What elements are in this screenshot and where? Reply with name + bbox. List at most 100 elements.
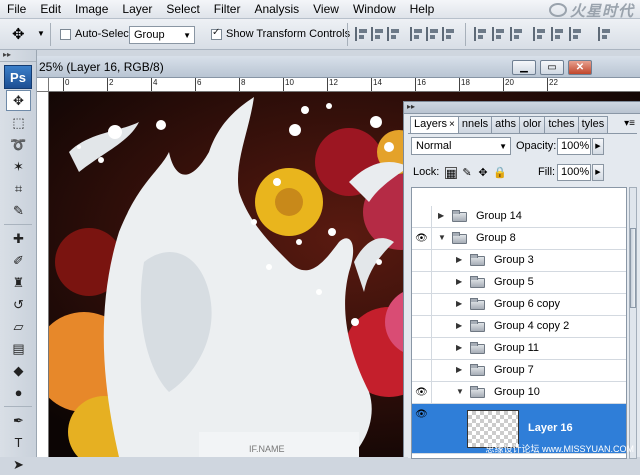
- menu-item-filter[interactable]: Filter: [207, 2, 248, 16]
- expand-triangle-closed-icon[interactable]: ▶: [456, 321, 462, 330]
- magic-wand-tool-icon[interactable]: ✶: [6, 156, 31, 177]
- close-tab-icon[interactable]: ×: [449, 119, 455, 130]
- expand-triangle-closed-icon[interactable]: ▶: [456, 255, 462, 264]
- history-brush-tool-icon[interactable]: ↺: [6, 294, 31, 315]
- panel-collapse-grip[interactable]: ▸▸: [404, 102, 640, 114]
- distribute-top-icon[interactable]: [474, 27, 488, 41]
- healing-brush-tool-icon[interactable]: ✚: [6, 228, 31, 249]
- menu-item-image[interactable]: Image: [68, 2, 115, 16]
- expand-triangle-open-icon[interactable]: ▼: [438, 233, 446, 242]
- visibility-toggle[interactable]: [412, 360, 432, 381]
- align-left-icon[interactable]: [410, 27, 424, 41]
- menu-item-select[interactable]: Select: [159, 2, 206, 16]
- visibility-toggle[interactable]: [412, 250, 432, 271]
- layer-row[interactable]: ▶ Group 7: [412, 360, 626, 382]
- close-button[interactable]: ✕: [568, 60, 592, 75]
- show-transform-checkbox[interactable]: [211, 27, 222, 40]
- lock-position-icon[interactable]: ✥: [477, 167, 489, 179]
- eraser-tool-icon[interactable]: ▱: [6, 316, 31, 337]
- horizontal-ruler[interactable]: 0 2 4 6 8 10 12 14 16 18 20 22: [49, 78, 640, 92]
- path-selection-tool-icon[interactable]: ➤: [6, 454, 31, 475]
- menu-item-window[interactable]: Window: [346, 2, 403, 16]
- opacity-slider-button[interactable]: ▶: [592, 138, 604, 155]
- visibility-toggle[interactable]: [412, 272, 432, 293]
- panel-menu-icon[interactable]: ▾≡: [624, 118, 635, 129]
- toolbox-grip[interactable]: ▸▸: [0, 50, 36, 62]
- fill-input[interactable]: 100%: [557, 164, 591, 181]
- scrollbar-thumb[interactable]: [630, 228, 636, 308]
- layer-row[interactable]: ▶ Group 11: [412, 338, 626, 360]
- auto-align-icon[interactable]: [598, 27, 612, 41]
- tab-tches[interactable]: tches: [544, 116, 579, 133]
- distribute-vcenter-icon[interactable]: [492, 27, 506, 41]
- lock-image-icon[interactable]: ✎: [461, 167, 473, 179]
- layer-row[interactable]: ▶ Group 14: [412, 206, 626, 228]
- distribute-bottom-icon[interactable]: [510, 27, 524, 41]
- move-tool-icon[interactable]: ✥: [12, 25, 34, 45]
- visibility-toggle[interactable]: [412, 206, 432, 227]
- layers-scrollbar[interactable]: [629, 187, 637, 459]
- eyedropper-tool-icon[interactable]: ✎: [6, 200, 31, 221]
- align-vcenter-icon[interactable]: [371, 27, 385, 41]
- layer-row[interactable]: 👁 ▼ Group 10: [412, 382, 626, 404]
- layer-row[interactable]: ▶ Group 6 copy: [412, 294, 626, 316]
- distribute-right-icon[interactable]: [569, 27, 583, 41]
- menu-item-edit[interactable]: Edit: [33, 2, 68, 16]
- expand-triangle-closed-icon[interactable]: ▶: [456, 277, 462, 286]
- tab-aths[interactable]: aths: [491, 116, 520, 133]
- align-right-icon[interactable]: [442, 27, 456, 41]
- menu-item-file[interactable]: File: [0, 2, 33, 16]
- visibility-toggle[interactable]: 👁: [412, 404, 432, 425]
- visibility-toggle[interactable]: 👁: [412, 228, 432, 249]
- expand-triangle-open-icon[interactable]: ▼: [456, 387, 464, 396]
- distribute-hcenter-icon[interactable]: [551, 27, 565, 41]
- align-hcenter-icon[interactable]: [426, 27, 440, 41]
- crop-tool-icon[interactable]: ⌗: [6, 178, 31, 199]
- expand-triangle-closed-icon[interactable]: ▶: [456, 365, 462, 374]
- move-tool-icon[interactable]: ✥: [6, 90, 31, 111]
- blur-tool-icon[interactable]: ◆: [6, 360, 31, 381]
- layer-row[interactable]: ▶ Group 4 copy 2: [412, 316, 626, 338]
- fill-slider-button[interactable]: ▶: [592, 164, 604, 181]
- visibility-toggle[interactable]: 👁: [412, 382, 432, 403]
- tab-nnels[interactable]: nnels: [457, 116, 493, 133]
- distribute-left-icon[interactable]: [533, 27, 547, 41]
- expand-triangle-closed-icon[interactable]: ▶: [438, 211, 444, 220]
- visibility-toggle[interactable]: [412, 294, 432, 315]
- auto-select-checkbox[interactable]: [60, 29, 71, 40]
- visibility-toggle[interactable]: [412, 316, 432, 337]
- tab-layers[interactable]: Layers ×: [410, 116, 459, 133]
- brush-tool-icon[interactable]: ✐: [6, 250, 31, 271]
- align-top-icon[interactable]: [355, 27, 369, 41]
- layer-row[interactable]: 👁 ▼ Group 8: [412, 228, 626, 250]
- tool-preset-dropdown-icon[interactable]: ▼: [37, 29, 45, 38]
- expand-triangle-closed-icon[interactable]: ▶: [456, 299, 462, 308]
- maximize-button[interactable]: ▭: [540, 60, 564, 75]
- menu-item-analysis[interactable]: Analysis: [247, 2, 306, 16]
- vertical-ruler[interactable]: [37, 92, 49, 457]
- auto-select-dropdown[interactable]: Group ▼: [129, 26, 195, 44]
- opacity-input[interactable]: 100%: [557, 138, 591, 155]
- layer-row[interactable]: ▶ Group 5: [412, 272, 626, 294]
- type-tool-icon[interactable]: T: [6, 432, 31, 453]
- minimize-button[interactable]: ▁: [512, 60, 536, 75]
- visibility-toggle[interactable]: [412, 338, 432, 359]
- layer-row[interactable]: ▶ Group 3: [412, 250, 626, 272]
- ruler-origin[interactable]: [37, 78, 49, 92]
- clone-stamp-tool-icon[interactable]: ♜: [6, 272, 31, 293]
- menu-item-layer[interactable]: Layer: [115, 2, 159, 16]
- pen-tool-icon[interactable]: ✒: [6, 410, 31, 431]
- menu-item-help[interactable]: Help: [403, 2, 442, 16]
- tab-olor[interactable]: olor: [518, 116, 546, 133]
- tab-tyles[interactable]: tyles: [577, 116, 609, 133]
- expand-triangle-closed-icon[interactable]: ▶: [456, 343, 462, 352]
- lock-all-icon[interactable]: 🔒: [493, 167, 507, 179]
- align-bottom-icon[interactable]: [387, 27, 401, 41]
- menu-item-view[interactable]: View: [306, 2, 346, 16]
- marquee-tool-icon[interactable]: ⬚: [6, 112, 31, 133]
- gradient-tool-icon[interactable]: ▤: [6, 338, 31, 359]
- blend-mode-dropdown[interactable]: Normal ▼: [411, 137, 511, 155]
- lock-transparency-icon[interactable]: ▦: [445, 167, 457, 180]
- lasso-tool-icon[interactable]: ➰: [6, 134, 31, 155]
- document-title-bar[interactable]: 25% (Layer 16, RGB/8) ▁ ▭ ✕: [37, 56, 640, 78]
